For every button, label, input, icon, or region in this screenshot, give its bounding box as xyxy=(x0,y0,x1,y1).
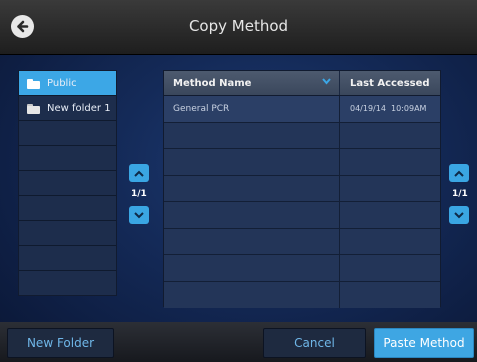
folder-item-label: New folder 1 xyxy=(47,102,111,114)
chevron-down-icon xyxy=(134,211,144,218)
method-scroll-down-button[interactable] xyxy=(449,206,469,224)
folder-scroll-up-button[interactable] xyxy=(129,164,149,182)
table-row-empty xyxy=(164,202,440,229)
folder-empty-row xyxy=(19,146,116,171)
chevron-up-icon xyxy=(454,170,464,177)
method-table: Method Name Last Accessed General PCR 04… xyxy=(163,70,441,308)
folder-icon xyxy=(27,103,40,114)
folder-icon xyxy=(27,78,40,89)
method-page-indicator: 1/1 xyxy=(452,189,468,199)
column-label: Method Name xyxy=(173,77,252,89)
column-header-last-accessed[interactable]: Last Accessed xyxy=(340,71,440,95)
folder-item-public[interactable]: Public xyxy=(19,71,116,96)
folder-item-new-folder-1[interactable]: New folder 1 xyxy=(19,96,116,121)
folder-list: Public New folder 1 xyxy=(18,70,117,296)
folder-empty-row xyxy=(19,271,116,296)
sort-chevron-down-icon xyxy=(322,78,331,85)
new-folder-button[interactable]: New Folder xyxy=(7,328,114,358)
page-title: Copy Method xyxy=(188,17,289,35)
folder-item-label: Public xyxy=(47,77,77,89)
folder-scroll-down-button[interactable] xyxy=(129,206,149,224)
title-bar: Copy Method xyxy=(0,0,477,55)
table-row-empty xyxy=(164,149,440,176)
table-row-empty xyxy=(164,255,440,282)
folder-empty-row xyxy=(19,221,116,246)
table-row-empty xyxy=(164,281,440,308)
folder-empty-row xyxy=(19,246,116,271)
folder-empty-row xyxy=(19,196,116,221)
folder-empty-row xyxy=(19,171,116,196)
folder-empty-row xyxy=(19,121,116,146)
method-name-cell: General PCR xyxy=(164,96,340,122)
table-row-empty xyxy=(164,228,440,255)
table-row-empty xyxy=(164,175,440,202)
paste-method-button[interactable]: Paste Method xyxy=(374,328,474,358)
chevron-up-icon xyxy=(134,170,144,177)
table-row[interactable]: General PCR 04/19/14 10:09AM xyxy=(164,96,440,123)
table-header: Method Name Last Accessed xyxy=(164,71,440,96)
last-accessed-cell: 04/19/14 10:09AM xyxy=(350,104,427,114)
cancel-button[interactable]: Cancel xyxy=(263,328,366,358)
chevron-down-icon xyxy=(454,211,464,218)
folder-page-indicator: 1/1 xyxy=(131,189,147,199)
table-row-empty xyxy=(164,122,440,149)
method-scroll-up-button[interactable] xyxy=(449,164,469,182)
column-header-method-name[interactable]: Method Name xyxy=(164,71,340,95)
column-label: Last Accessed xyxy=(350,77,430,89)
